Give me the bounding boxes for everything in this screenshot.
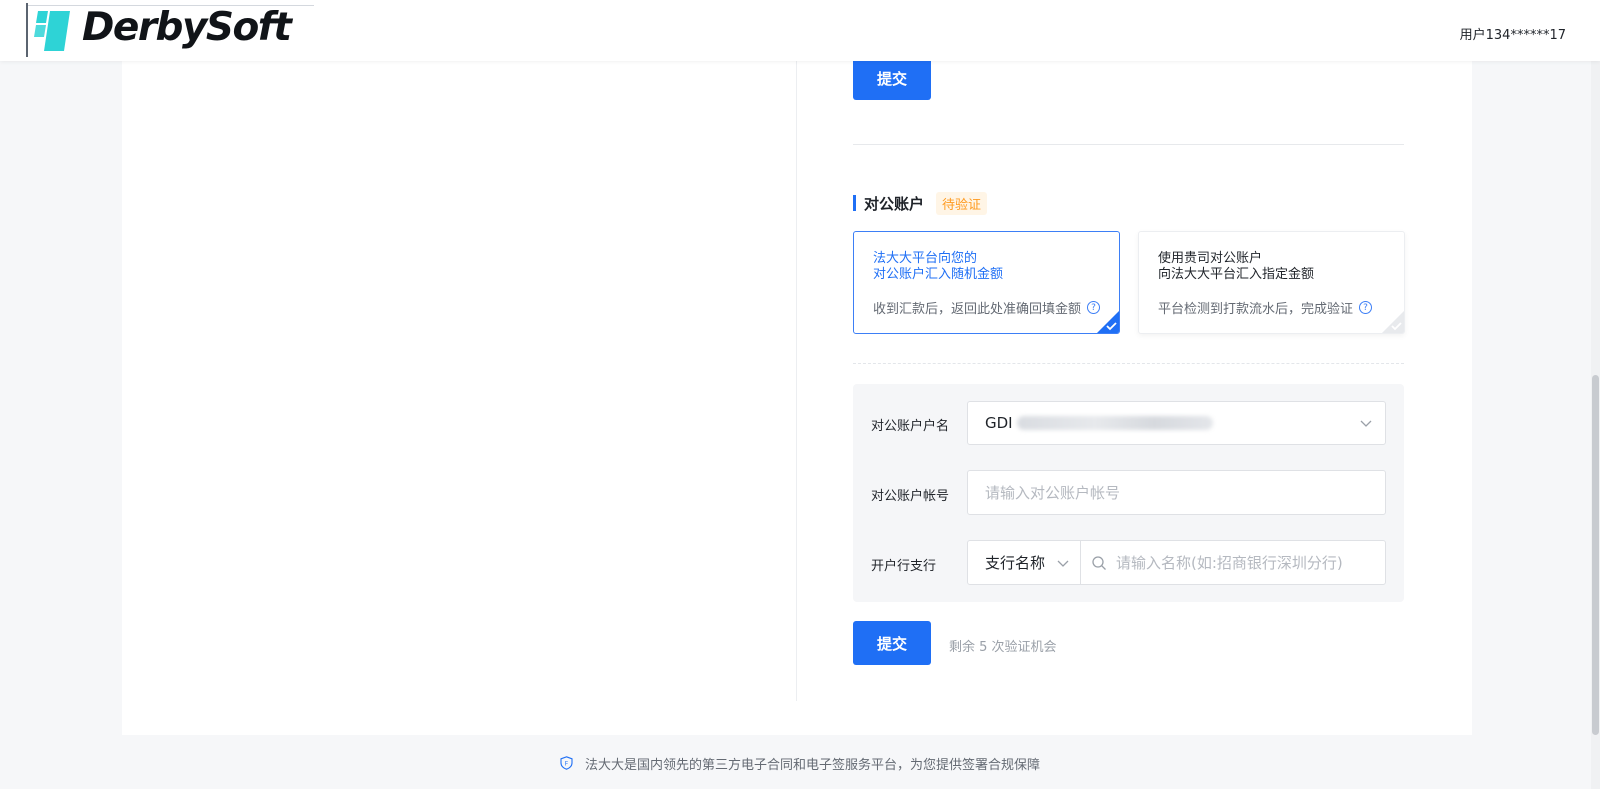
help-icon[interactable]: ? <box>1359 301 1373 314</box>
user-account-name[interactable]: 用户134******17 <box>1460 24 1566 43</box>
chevron-down-icon <box>1360 420 1372 427</box>
derbysoft-logo[interactable]: DerbySoft <box>26 3 314 57</box>
option-description-text: 平台检测到打款流水后，完成验证 <box>1158 302 1354 317</box>
svg-text:F: F <box>565 761 569 768</box>
option-description-text: 收到汇款后，返回此处准确回填金额 <box>873 302 1082 317</box>
status-badge: 待验证 <box>936 191 988 215</box>
option-title: 法大大平台向您的 对公账户汇入随机金额 <box>873 251 1093 283</box>
branch-search-input[interactable] <box>1116 553 1385 572</box>
bottom-submit-button[interactable]: 提交 <box>853 621 931 665</box>
account-number-field[interactable] <box>967 470 1386 515</box>
remaining-attempts-text: 剩余 5 次验证机会 <box>949 640 1057 655</box>
top-header: DerbySoft 用户134******17 <box>0 0 1600 61</box>
section-accent-bar <box>853 195 856 211</box>
unselected-corner-icon <box>1382 311 1404 333</box>
section-header: 对公账户 待验证 <box>853 191 988 215</box>
search-icon <box>1092 555 1106 570</box>
column-divider <box>796 61 797 701</box>
account-number-input[interactable] <box>985 483 1385 502</box>
verify-option-specified-amount[interactable]: 使用贵司对公账户 向法大大平台汇入指定金额 平台检测到打款流水后，完成验证 ? <box>1138 231 1405 334</box>
dashed-separator <box>853 363 1404 364</box>
footer: F 法大大是国内领先的第三方电子合同和电子签服务平台，为您提供签署合规保障 <box>0 752 1600 774</box>
logo-mark-icon <box>34 11 70 51</box>
account-name-value: GDI <box>985 414 1013 432</box>
logo-left-bar <box>26 3 28 57</box>
account-name-select[interactable]: GDI <box>967 401 1386 445</box>
top-submit-button[interactable]: 提交 <box>853 56 931 100</box>
option-description: 平台检测到打款流水后，完成验证 ? <box>1158 298 1373 317</box>
chevron-down-icon <box>1057 560 1069 567</box>
option-title-line1: 使用贵司对公账户 <box>1158 251 1263 266</box>
branch-search-field[interactable] <box>1080 540 1386 585</box>
page-scrollbar[interactable] <box>1591 0 1600 789</box>
branch-type-value: 支行名称 <box>985 554 1046 572</box>
option-title: 使用贵司对公账户 向法大大平台汇入指定金额 <box>1158 251 1378 283</box>
selected-check-icon <box>1097 311 1119 333</box>
logo-wordmark: DerbySoft <box>82 5 292 50</box>
shield-icon: F <box>560 756 573 770</box>
account-number-label: 对公账户帐号 <box>871 489 950 504</box>
account-name-label: 对公账户户名 <box>871 419 950 434</box>
scrollbar-thumb[interactable] <box>1592 375 1599 735</box>
section-separator <box>853 144 1404 145</box>
section-title: 对公账户 <box>864 194 925 213</box>
option-title-line2: 对公账户汇入随机金额 <box>873 267 1004 282</box>
option-description: 收到汇款后，返回此处准确回填金额 ? <box>873 298 1101 317</box>
option-title-line1: 法大大平台向您的 <box>873 251 978 266</box>
branch-type-select[interactable]: 支行名称 <box>967 540 1081 585</box>
option-title-line2: 向法大大平台汇入指定金额 <box>1158 267 1315 282</box>
footer-text: 法大大是国内领先的第三方电子合同和电子签服务平台，为您提供签署合规保障 <box>584 757 1040 773</box>
verify-option-random-amount[interactable]: 法大大平台向您的 对公账户汇入随机金额 收到汇款后，返回此处准确回填金额 ? <box>853 231 1120 334</box>
bank-branch-label: 开户行支行 <box>871 559 937 574</box>
redacted-account-name <box>1016 416 1213 430</box>
